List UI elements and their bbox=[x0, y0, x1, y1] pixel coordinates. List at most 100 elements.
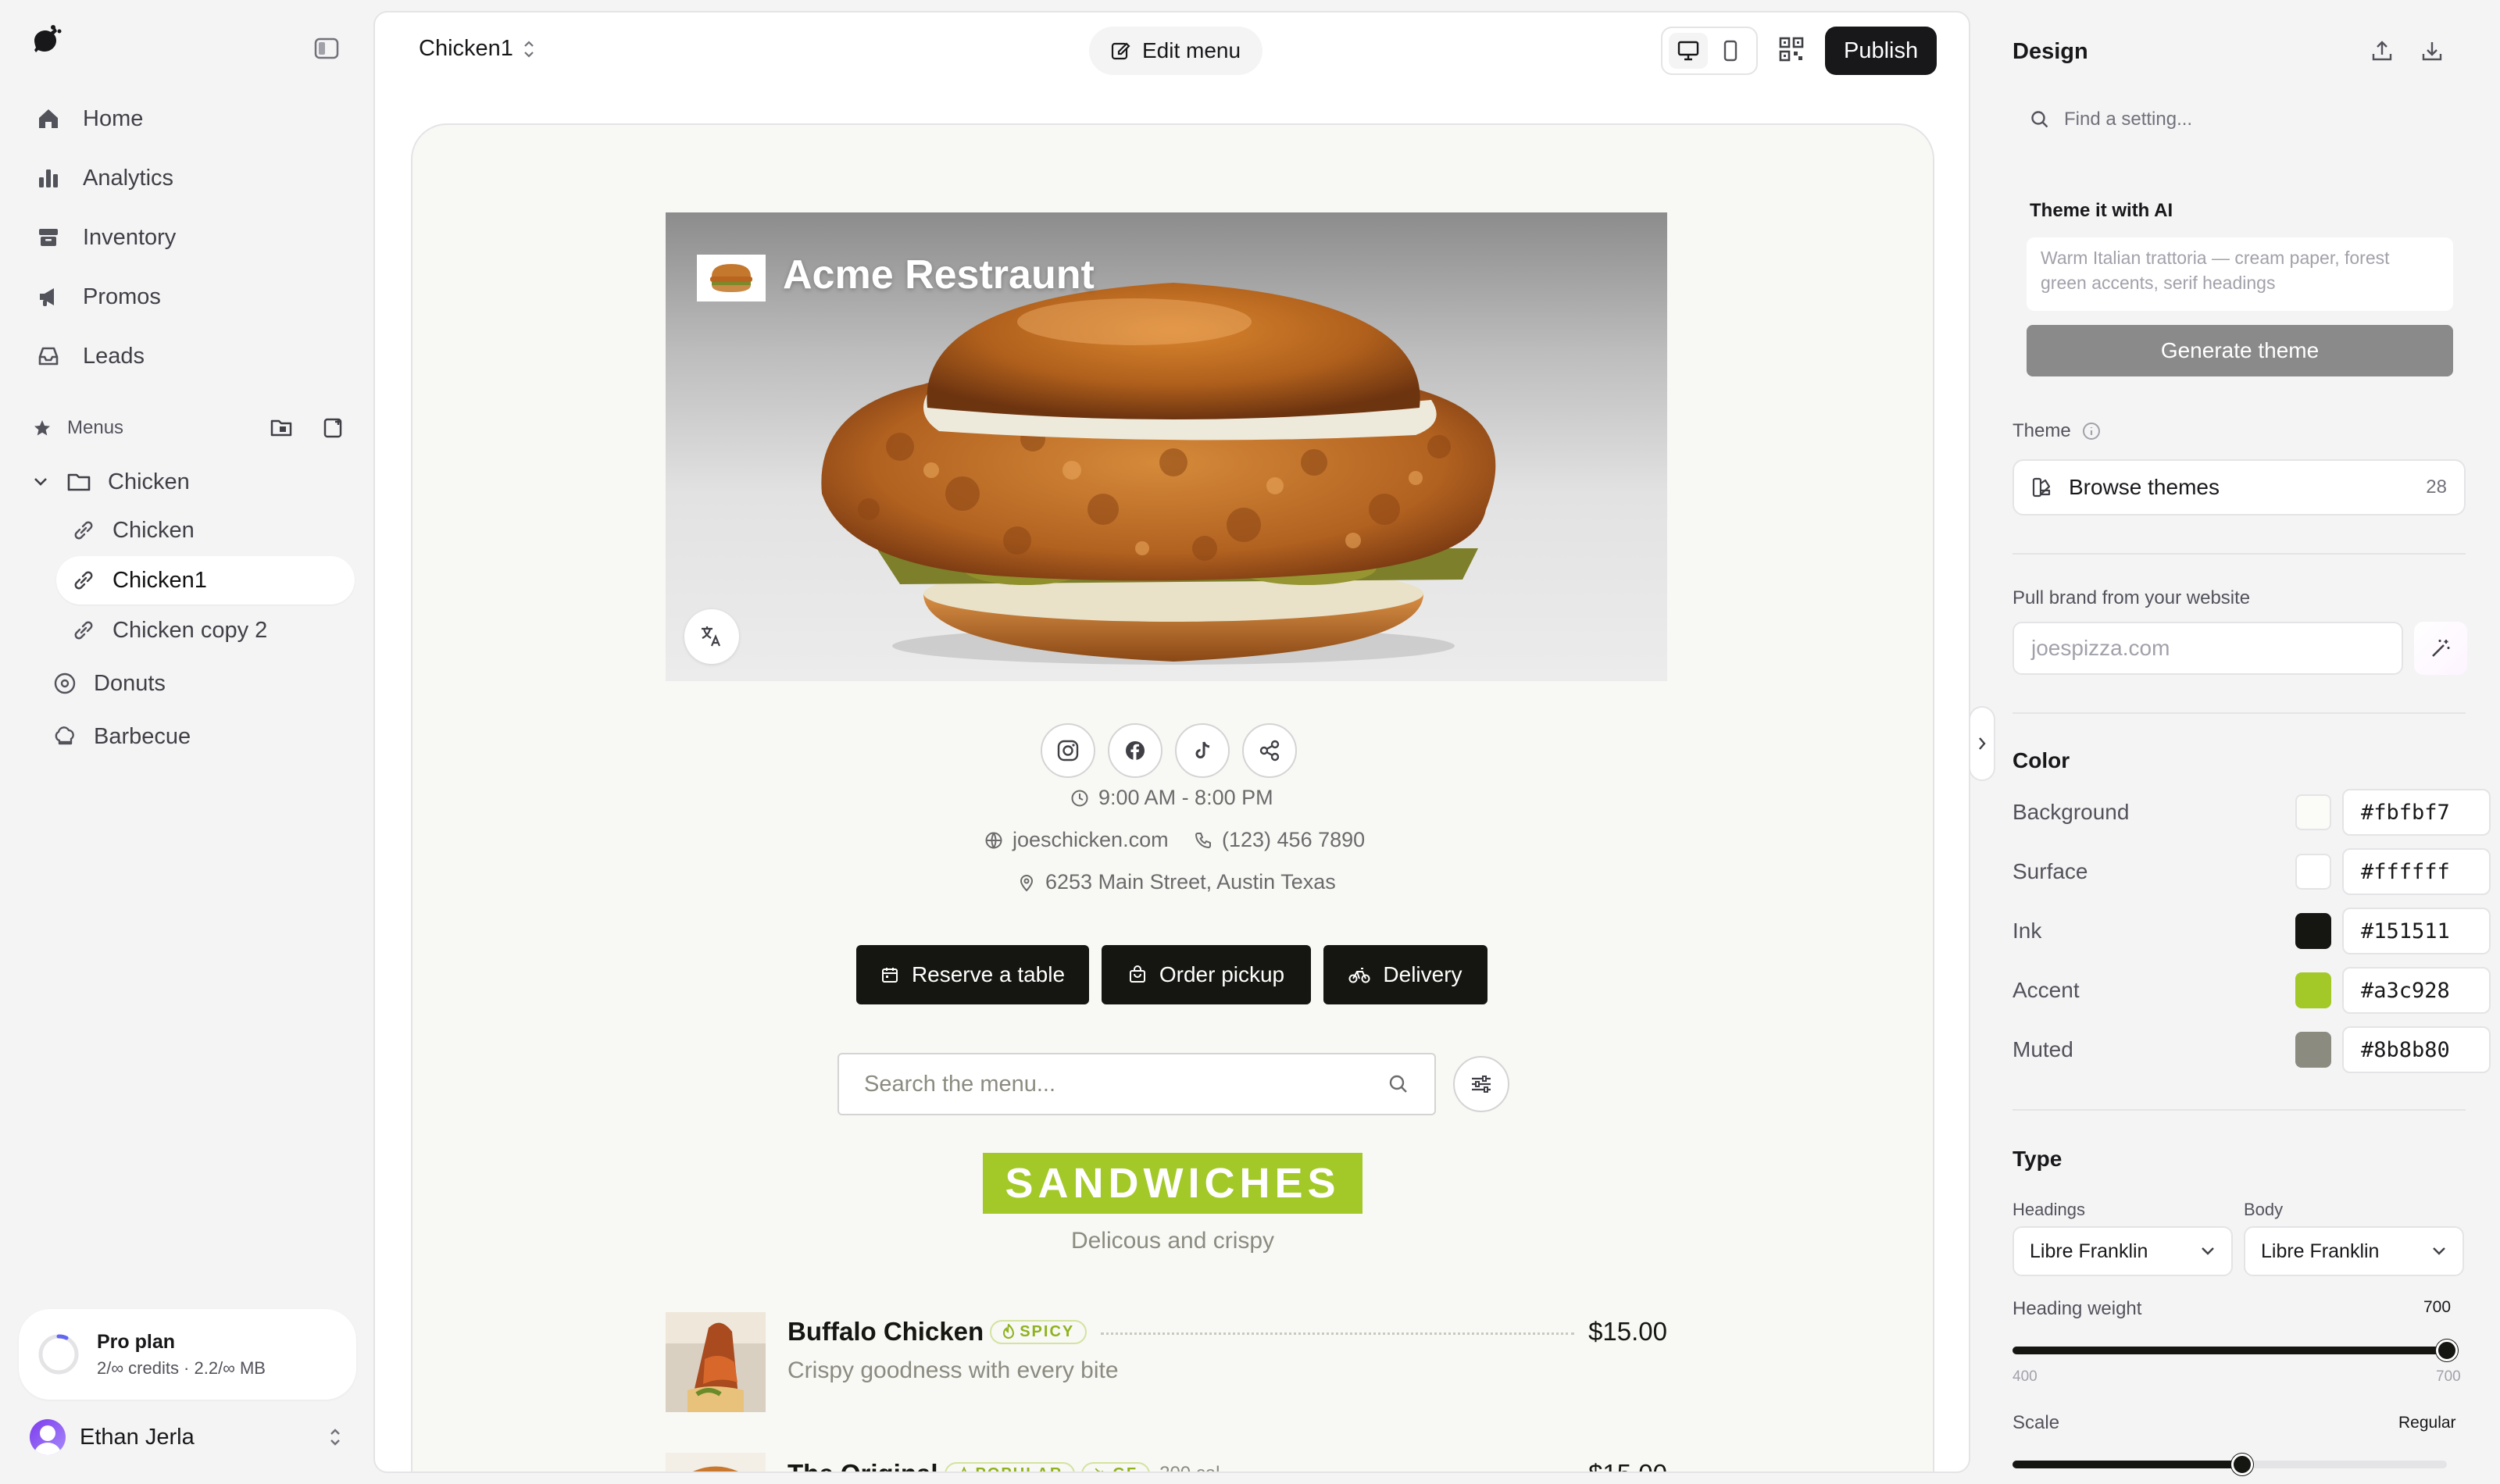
filter-button[interactable] bbox=[1453, 1056, 1509, 1112]
delivery-button[interactable]: Delivery bbox=[1323, 945, 1488, 1004]
instagram-button[interactable] bbox=[1041, 723, 1095, 778]
color-swatch[interactable] bbox=[2295, 794, 2331, 830]
color-hex-input[interactable]: #151511 bbox=[2342, 908, 2491, 954]
facebook-button[interactable] bbox=[1108, 723, 1162, 778]
menu-item-the-original[interactable]: The Original POPULAR GF 200 cal $15.00 bbox=[788, 1459, 1667, 1472]
tree-item-chicken-copy-2[interactable]: Chicken copy 2 bbox=[56, 606, 353, 655]
nav-label: Analytics bbox=[83, 165, 174, 191]
star-icon bbox=[33, 419, 56, 437]
info-icon[interactable] bbox=[2082, 422, 2101, 441]
brand-url-input[interactable]: joespizza.com bbox=[2012, 622, 2403, 675]
menu-preview: Acme Restraunt 9:00 AM - 8:00 PM joeschi… bbox=[411, 123, 1934, 1472]
tree-label: Chicken bbox=[112, 517, 195, 543]
website-link[interactable]: joeschicken.com bbox=[984, 828, 1169, 852]
tree-item-donuts[interactable]: Donuts bbox=[38, 659, 353, 708]
edit-menu-button[interactable]: Edit menu bbox=[1089, 27, 1263, 75]
search-icon bbox=[2030, 109, 2050, 130]
menu-item-buffalo-chicken[interactable]: Buffalo Chicken SPICY $15.00 Crispy good… bbox=[788, 1317, 1667, 1384]
color-swatch[interactable] bbox=[2295, 1032, 2331, 1068]
browse-themes-label: Browse themes bbox=[2069, 475, 2220, 499]
tree-item-barbecue[interactable]: Barbecue bbox=[38, 712, 353, 761]
collapse-sidebar-button[interactable] bbox=[312, 34, 341, 62]
heading-weight-slider[interactable] bbox=[2012, 1340, 2458, 1361]
color-hex-input[interactable]: #a3c928 bbox=[2342, 967, 2491, 1014]
translate-button[interactable] bbox=[684, 609, 739, 664]
calendar-icon bbox=[880, 965, 899, 984]
plan-usage: 2/∞ credits · 2.2/∞ MB bbox=[97, 1357, 266, 1378]
find-placeholder: Find a setting... bbox=[2064, 109, 2193, 130]
popular-badge: POPULAR bbox=[944, 1461, 1076, 1472]
new-folder-icon[interactable] bbox=[270, 417, 292, 439]
hours-text: 9:00 AM - 8:00 PM bbox=[1098, 786, 1273, 809]
nav-leads[interactable]: Leads bbox=[19, 331, 355, 381]
slider-thumb[interactable] bbox=[2231, 1454, 2253, 1475]
scale-label: Scale bbox=[2012, 1412, 2060, 1433]
tree-item-chicken[interactable]: Chicken bbox=[56, 506, 353, 555]
export-icon[interactable] bbox=[2370, 39, 2394, 62]
tiktok-button[interactable] bbox=[1175, 723, 1230, 778]
menu-search-input[interactable]: Search the menu... bbox=[838, 1053, 1436, 1115]
cta-label: Delivery bbox=[1383, 962, 1462, 986]
pull-brand-button[interactable] bbox=[2414, 622, 2467, 675]
generate-theme-button[interactable]: Generate theme bbox=[2027, 325, 2453, 376]
user-menu[interactable]: Ethan Jerla bbox=[30, 1415, 342, 1459]
search-icon bbox=[1388, 1073, 1409, 1095]
headings-label: Headings bbox=[2012, 1200, 2085, 1219]
desktop-view-button[interactable] bbox=[1669, 33, 1708, 69]
item-photo[interactable] bbox=[666, 1453, 766, 1472]
item-name: The Original bbox=[788, 1459, 938, 1472]
find-setting-input[interactable]: Find a setting... bbox=[2012, 94, 2467, 145]
cta-label: Reserve a table bbox=[911, 962, 1066, 986]
order-pickup-button[interactable]: Order pickup bbox=[1102, 945, 1311, 1004]
address-text: 6253 Main Street, Austin Texas bbox=[1045, 870, 1336, 894]
avatar bbox=[30, 1419, 66, 1455]
color-swatch[interactable] bbox=[2295, 972, 2331, 1008]
body-font-value: Libre Franklin bbox=[2261, 1240, 2380, 1262]
app-logo[interactable] bbox=[28, 23, 66, 61]
chevron-down-icon[interactable] bbox=[33, 476, 48, 487]
divider bbox=[2012, 1109, 2466, 1111]
palette-icon bbox=[2031, 476, 2053, 498]
badge-label: GF bbox=[1112, 1465, 1138, 1472]
inbox-icon bbox=[34, 342, 62, 370]
publish-button[interactable]: Publish bbox=[1825, 27, 1938, 75]
phone-link[interactable]: (123) 456 7890 bbox=[1194, 828, 1365, 852]
color-hex-input[interactable]: #ffffff bbox=[2342, 848, 2491, 895]
item-photo[interactable] bbox=[666, 1312, 766, 1412]
body-font-select[interactable]: Libre Franklin bbox=[2244, 1226, 2464, 1276]
color-swatch[interactable] bbox=[2295, 913, 2331, 949]
color-hex-input[interactable]: #fbfbf7 bbox=[2342, 789, 2491, 836]
nav-inventory[interactable]: Inventory bbox=[19, 212, 355, 262]
new-menu-icon[interactable] bbox=[323, 417, 345, 439]
badge-label: POPULAR bbox=[976, 1465, 1063, 1472]
bar-chart-icon bbox=[34, 164, 62, 192]
browse-themes-button[interactable]: Browse themes 28 bbox=[2012, 459, 2466, 515]
chef-hat-icon bbox=[52, 723, 78, 750]
tree-folder-chicken[interactable]: Chicken bbox=[33, 458, 353, 506]
section-subtitle: Delicous and crispy bbox=[1070, 1228, 1275, 1254]
mobile-view-button[interactable] bbox=[1711, 33, 1750, 69]
nav-home[interactable]: Home bbox=[19, 94, 355, 144]
nav-analytics[interactable]: Analytics bbox=[19, 153, 355, 203]
headings-font-select[interactable]: Libre Franklin bbox=[2012, 1226, 2233, 1276]
ai-theme-prompt-input[interactable]: Warm Italian trattoria — cream paper, fo… bbox=[2027, 237, 2453, 311]
tiktok-icon bbox=[1191, 739, 1214, 762]
reserve-table-button[interactable]: Reserve a table bbox=[856, 945, 1089, 1004]
menu-switcher[interactable]: Chicken1 bbox=[419, 36, 535, 62]
theme-label-text: Theme bbox=[2012, 420, 2071, 441]
color-swatch[interactable] bbox=[2295, 854, 2331, 890]
plan-card[interactable]: Pro plan 2/∞ credits · 2.2/∞ MB bbox=[19, 1309, 356, 1400]
slider-thumb[interactable] bbox=[2436, 1340, 2458, 1361]
address-row[interactable]: 6253 Main Street, Austin Texas bbox=[1017, 870, 1336, 894]
color-hex-input[interactable]: #8b8b80 bbox=[2342, 1026, 2491, 1073]
tree-item-chicken1[interactable]: Chicken1 bbox=[56, 556, 355, 605]
wheat-off-icon bbox=[1094, 1467, 1108, 1472]
qr-code-icon[interactable] bbox=[1778, 36, 1805, 62]
color-row-muted: Muted #8b8b80 bbox=[2012, 1026, 2491, 1073]
megaphone-icon bbox=[34, 283, 62, 311]
share-button[interactable] bbox=[1242, 723, 1297, 778]
scale-slider[interactable] bbox=[2012, 1454, 2447, 1475]
download-icon[interactable] bbox=[2420, 39, 2444, 62]
monitor-icon bbox=[1677, 41, 1699, 61]
nav-promos[interactable]: Promos bbox=[19, 272, 355, 322]
